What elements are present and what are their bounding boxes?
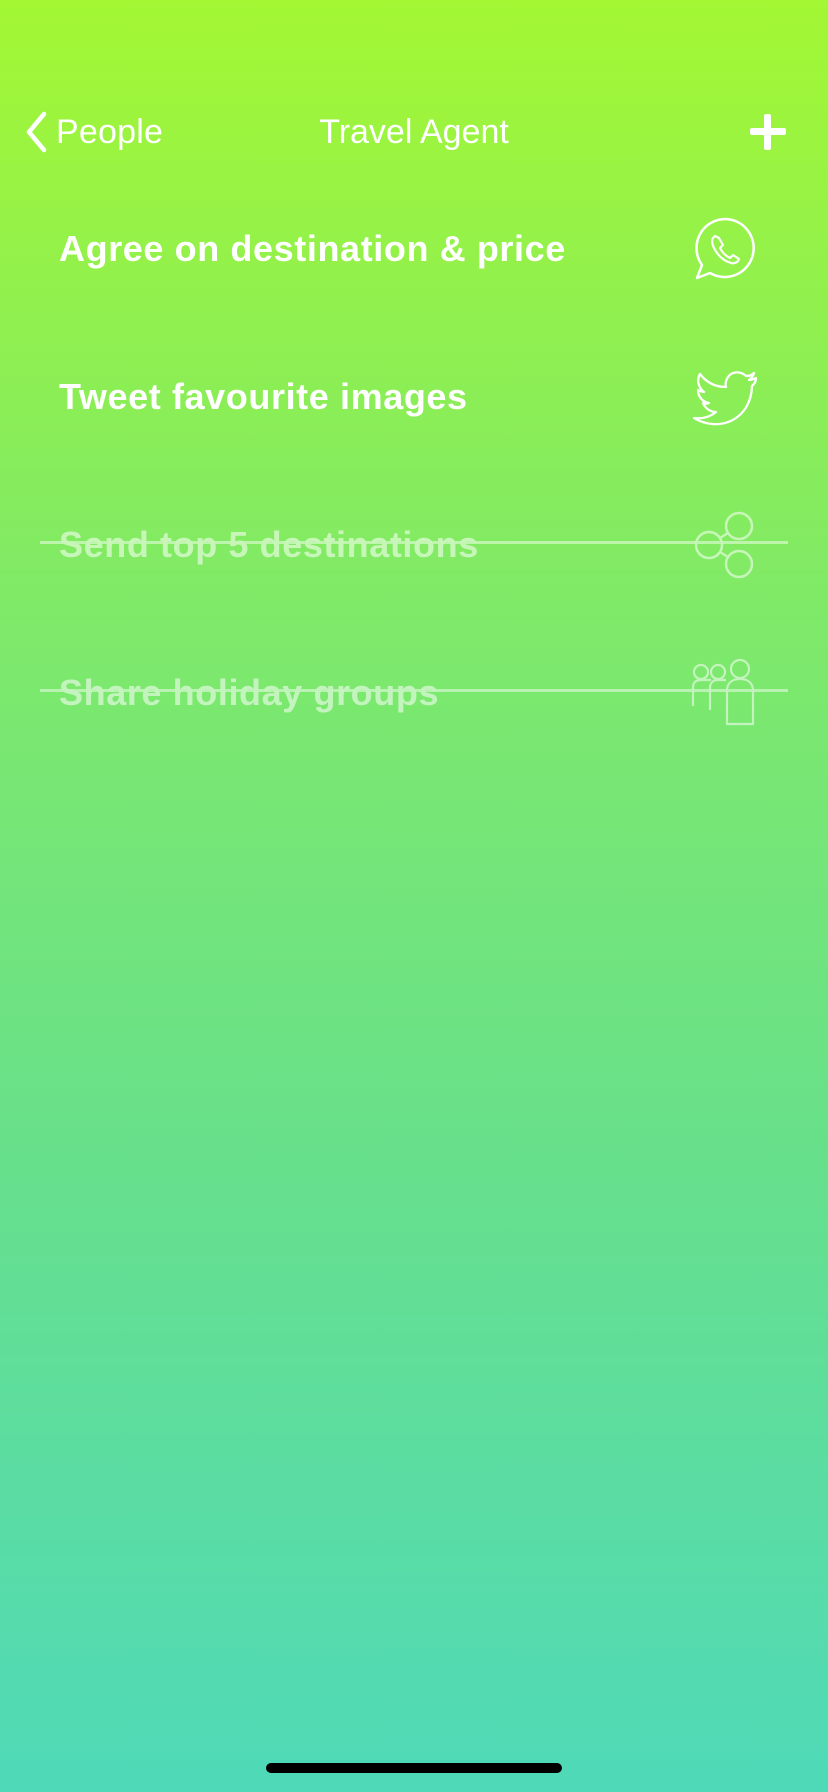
task-list: Agree on destination & price Tweet favou… (0, 200, 828, 792)
group-icon (691, 658, 755, 726)
task-row[interactable]: Share holiday groups (0, 644, 828, 792)
task-label: Agree on destination & price (59, 228, 566, 269)
navigation-bar: People Travel Agent (0, 96, 828, 168)
strikethrough-line (40, 541, 788, 544)
whatsapp-icon (695, 217, 755, 280)
task-label: Send top 5 destinations (59, 524, 479, 565)
home-indicator[interactable] (266, 1763, 562, 1773)
task-label: Share holiday groups (59, 672, 440, 713)
strikethrough-line (40, 689, 788, 692)
share-icon (694, 511, 754, 579)
twitter-icon (692, 371, 758, 426)
page-title: Travel Agent (319, 113, 509, 151)
add-button[interactable] (746, 110, 790, 154)
task-row[interactable]: Tweet favourite images (0, 348, 828, 496)
task-row[interactable]: Agree on destination & price (0, 200, 828, 348)
task-row[interactable]: Send top 5 destinations (0, 496, 828, 644)
task-label: Tweet favourite images (59, 376, 468, 417)
